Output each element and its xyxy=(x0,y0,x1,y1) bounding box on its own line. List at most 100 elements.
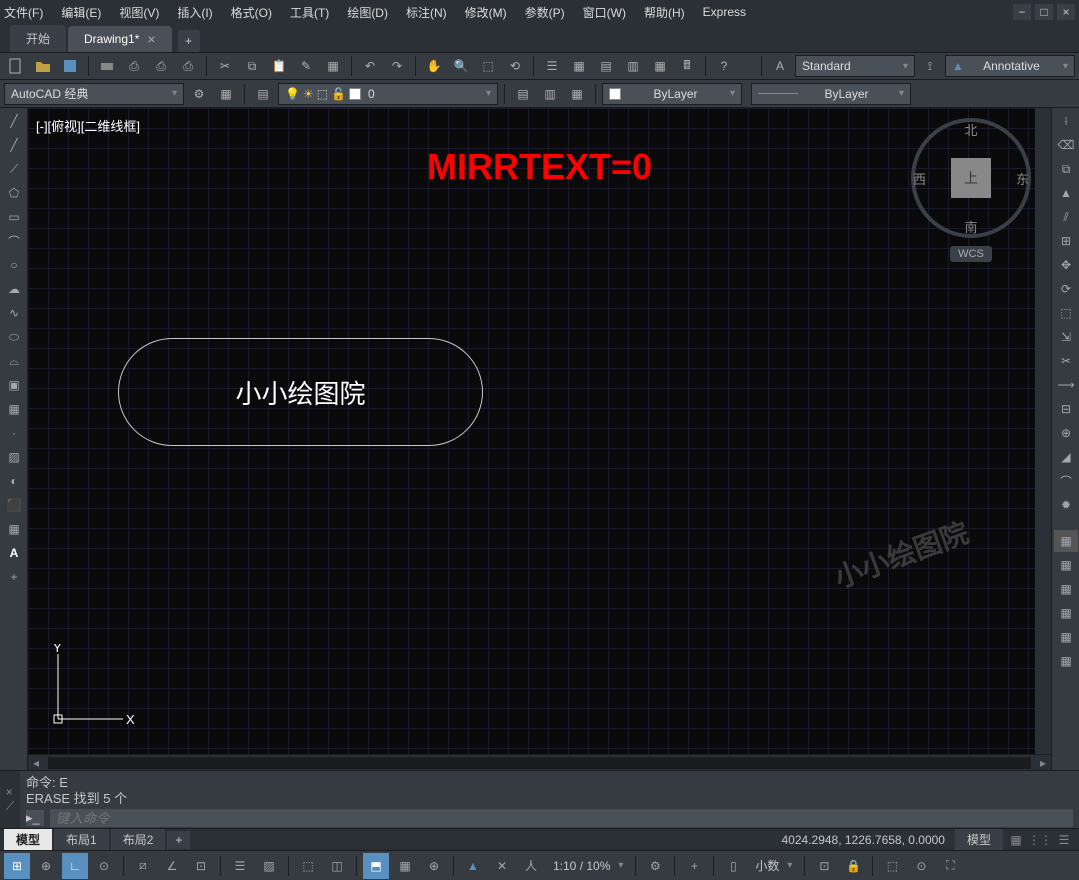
markup-icon[interactable]: ▦ xyxy=(648,54,672,78)
text-style-icon[interactable]: A xyxy=(768,54,792,78)
lock-ui-icon[interactable]: 🔒 xyxy=(840,853,866,879)
match-properties-icon[interactable]: ✎ xyxy=(294,54,318,78)
menu-help[interactable]: 帮助(H) xyxy=(644,4,685,21)
gizmo-icon[interactable]: ⊕ xyxy=(421,853,447,879)
add-selected-icon[interactable]: + xyxy=(2,566,26,588)
scroll-left-icon[interactable]: ◂ xyxy=(28,755,44,771)
trim-icon[interactable]: ✂ xyxy=(1054,350,1078,372)
erase-icon[interactable]: ⌫ xyxy=(1054,134,1078,156)
draworder-back-icon[interactable]: ▦ xyxy=(1054,554,1078,576)
rectangle-icon[interactable]: ▭ xyxy=(2,206,26,228)
scale-icon[interactable]: ⬚ xyxy=(1054,302,1078,324)
point-icon[interactable]: · xyxy=(2,422,26,444)
explode-icon[interactable]: ✹ xyxy=(1054,494,1078,516)
mtext-icon[interactable]: A xyxy=(2,542,26,564)
compass-east[interactable]: 东 xyxy=(1016,169,1029,188)
break-icon[interactable]: ⊟ xyxy=(1054,398,1078,420)
construction-line-icon[interactable]: ╱ xyxy=(2,134,26,156)
sheet-set-icon[interactable]: ▥ xyxy=(621,54,645,78)
draworder-text-icon[interactable]: ▦ xyxy=(1054,626,1078,648)
tab-close-icon[interactable]: × xyxy=(147,31,155,47)
ucs-icon[interactable]: Y X xyxy=(48,644,138,734)
menu-view[interactable]: 视图(V) xyxy=(119,4,159,21)
gradient-icon[interactable]: ◐ xyxy=(2,470,26,492)
compass-south[interactable]: 南 xyxy=(964,217,977,236)
layer-properties-icon[interactable]: ▤ xyxy=(251,82,275,106)
quickcalc-icon[interactable]: 🖩 xyxy=(675,54,699,78)
move-icon[interactable]: ✥ xyxy=(1054,254,1078,276)
polygon-icon[interactable]: ⬠ xyxy=(2,182,26,204)
scale-dropdown[interactable]: 1:10 / 10%▾ xyxy=(547,859,629,873)
command-handle[interactable]: ×⟋ xyxy=(0,771,20,828)
array-icon[interactable]: ⊞ xyxy=(1054,230,1078,252)
linetype-dropdown[interactable]: ByLayer▾ xyxy=(751,83,911,105)
clean-screen-icon[interactable]: ⛶ xyxy=(937,853,963,879)
revision-cloud-icon[interactable]: ☁ xyxy=(2,278,26,300)
copy-object-icon[interactable]: ⧉ xyxy=(1054,158,1078,180)
zoom-window-icon[interactable]: ⬚ xyxy=(476,54,500,78)
make-block-icon[interactable]: ▦ xyxy=(2,398,26,420)
2d-osnap-icon[interactable]: ⊡ xyxy=(188,853,214,879)
scrollbar-vertical[interactable] xyxy=(1035,108,1051,754)
layout-tab-add[interactable]: + xyxy=(167,831,190,849)
dim-style-dropdown[interactable]: ▲ Annotative▾ xyxy=(945,55,1075,77)
tool-palettes-icon[interactable]: ▤ xyxy=(594,54,618,78)
lineweight-icon[interactable]: ☰ xyxy=(227,853,253,879)
compass-west[interactable]: 西 xyxy=(913,169,926,188)
polyline-icon[interactable]: ⟋ xyxy=(2,158,26,180)
view-label[interactable]: [-][俯视][二维线框] xyxy=(36,116,140,135)
print-icon[interactable] xyxy=(95,54,119,78)
color-dropdown[interactable]: ByLayer▾ xyxy=(602,83,742,105)
ellipse-icon[interactable]: ⬭ xyxy=(2,326,26,348)
table-icon[interactable]: ▦ xyxy=(2,518,26,540)
draworder-front-icon[interactable]: ▦ xyxy=(1054,530,1078,552)
osnap-tracking-icon[interactable]: ∠ xyxy=(159,853,185,879)
layout-tab-1[interactable]: 布局1 xyxy=(54,829,109,850)
annotation-visibility-icon[interactable]: ▲ xyxy=(460,853,486,879)
circle-icon[interactable]: ○ xyxy=(2,254,26,276)
3dprint-icon[interactable]: ⎙ xyxy=(176,54,200,78)
menu-file[interactable]: 文件(F) xyxy=(4,4,43,21)
annotation-monitor-icon[interactable]: + xyxy=(681,853,707,879)
save-icon[interactable] xyxy=(58,54,82,78)
layer-iso-icon[interactable]: ▥ xyxy=(538,82,562,106)
layer-dropdown[interactable]: 💡 ☀ ⬚ 🔓 0 ▾ xyxy=(278,83,498,105)
ellipse-arc-icon[interactable]: ⌓ xyxy=(2,350,26,372)
annotation-scale-icon[interactable]: 人 xyxy=(518,853,544,879)
menu-window[interactable]: 窗口(W) xyxy=(583,4,626,21)
draworder-below-icon[interactable]: ▦ xyxy=(1054,602,1078,624)
workspace-save-icon[interactable]: ▦ xyxy=(214,82,238,106)
polar-tracking-icon[interactable]: ⊙ xyxy=(91,853,117,879)
menu-dimension[interactable]: 标注(N) xyxy=(406,4,447,21)
model-space-button[interactable]: 模型 xyxy=(955,829,1003,850)
units-dropdown[interactable]: 小数▾ xyxy=(749,857,798,874)
hardware-accel-icon[interactable]: ⊙ xyxy=(908,853,934,879)
menu-insert[interactable]: 插入(I) xyxy=(177,4,212,21)
compass-north[interactable]: 北 xyxy=(964,120,977,139)
workspace-settings-icon[interactable]: ⚙ xyxy=(187,82,211,106)
command-input[interactable] xyxy=(50,809,1073,827)
menu-draw[interactable]: 绘图(D) xyxy=(347,4,388,21)
plot-preview-icon[interactable]: ⎙ xyxy=(122,54,146,78)
selection-filter-icon[interactable]: ▦ xyxy=(392,853,418,879)
tab-drawing1[interactable]: Drawing1* × xyxy=(68,26,172,52)
stretch-icon[interactable]: ⇲ xyxy=(1054,326,1078,348)
infer-constraints-icon[interactable]: ⊕ xyxy=(33,853,59,879)
cut-icon[interactable]: ✂ xyxy=(213,54,237,78)
menu-express[interactable]: Express xyxy=(703,5,746,19)
layer-prev-icon[interactable]: ▦ xyxy=(565,82,589,106)
rounded-rectangle-object[interactable]: 小小绘图院 xyxy=(118,338,483,446)
publish-icon[interactable]: ⎙ xyxy=(149,54,173,78)
mirror-icon[interactable]: ▲ xyxy=(1054,182,1078,204)
ortho-mode-icon[interactable]: ∟ xyxy=(62,853,88,879)
isolate-objects-icon[interactable]: ⬚ xyxy=(879,853,905,879)
scrollbar-horizontal[interactable]: ◂ ▸ xyxy=(28,754,1051,770)
tab-start[interactable]: 开始 xyxy=(10,25,66,52)
help-icon[interactable]: ? xyxy=(712,54,736,78)
draworder-hatch-icon[interactable]: ▦ xyxy=(1054,650,1078,672)
units-icon[interactable]: ▯ xyxy=(720,853,746,879)
offset-icon[interactable]: ⫽ xyxy=(1054,206,1078,228)
menu-tools[interactable]: 工具(T) xyxy=(290,4,329,21)
chamfer-icon[interactable]: ◢ xyxy=(1054,446,1078,468)
isodraft-icon[interactable]: ⧄ xyxy=(130,853,156,879)
